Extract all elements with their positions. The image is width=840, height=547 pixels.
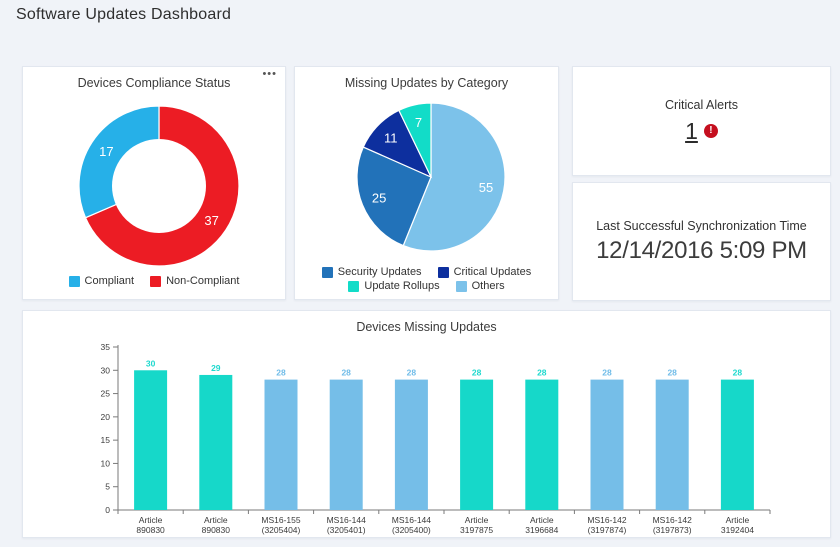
sync-time-value: 12/14/2016 5:09 PM (596, 236, 807, 264)
x-axis-category-label: MS16-142 (587, 515, 626, 525)
x-axis-category-label: Article (204, 515, 228, 525)
critical-alerts-count-link[interactable]: 1 (685, 118, 698, 144)
x-axis-category-label: (3205404) (262, 525, 301, 535)
critical-alerts-label: Critical Alerts (665, 97, 738, 112)
legend-swatch-icon (348, 280, 360, 292)
y-axis-tick-label: 30 (101, 365, 111, 375)
critical-alerts-value-row: 1 ! (685, 118, 718, 144)
bar-article-3196684[interactable] (525, 379, 559, 510)
compliance-legend: Compliant Non-Compliant (23, 275, 285, 287)
legend-swatch-icon (437, 266, 449, 278)
bar-card-title: Devices Missing Updates (356, 320, 497, 334)
bar-value-label: 28 (407, 368, 417, 378)
x-axis-category-label: Article (530, 515, 554, 525)
bar-value-label: 28 (276, 368, 286, 378)
bar-value-label: 30 (146, 358, 156, 368)
bar-value-label: 28 (733, 368, 743, 378)
legend-label: Non-Compliant (166, 275, 240, 287)
legend-row: Compliant Non-Compliant (68, 275, 239, 287)
legend-label: Update Rollups (364, 280, 440, 292)
compliance-donut-chart[interactable]: 37 17 (23, 67, 285, 299)
x-axis-category-label: MS16-144 (327, 515, 366, 525)
bar-ms16-155-3205404-[interactable] (264, 379, 298, 510)
x-axis-category-label: 3192404 (721, 525, 754, 535)
legend-item-security-updates: Security Updates (321, 266, 422, 278)
bar-ms16-142-3197874-[interactable] (590, 379, 624, 510)
y-axis-tick-label: 20 (101, 412, 111, 422)
x-axis-category-label: 890830 (202, 525, 231, 535)
category-pie-chart[interactable]: 55 25 11 7 (295, 67, 558, 299)
x-axis-category-label: 3197875 (460, 525, 493, 535)
donut-hole (112, 139, 206, 233)
y-axis-tick-label: 10 (101, 458, 111, 468)
bar-article-3197875[interactable] (460, 379, 494, 510)
x-axis-category-label: (3205401) (327, 525, 366, 535)
x-axis-category-label: Article (465, 515, 489, 525)
bar-value-label: 28 (667, 368, 677, 378)
legend-label: Security Updates (337, 266, 422, 278)
x-axis-category-label: Article (139, 515, 163, 525)
sync-time-label: Last Successful Synchronization Time (596, 218, 807, 233)
x-axis-category-label: 3196684 (525, 525, 558, 535)
slice-value-label: 17 (99, 144, 113, 159)
x-axis-category-label: Article (726, 515, 750, 525)
bar-value-label: 28 (537, 368, 547, 378)
bar-article-890830[interactable] (199, 374, 233, 510)
legend-item-others: Others (455, 280, 505, 292)
legend-swatch-icon (455, 280, 467, 292)
category-card-title: Missing Updates by Category (344, 76, 509, 90)
bar-ms16-144-3205400-[interactable] (394, 379, 428, 510)
legend-label: Compliant (84, 275, 135, 287)
bar-article-3192404[interactable] (720, 379, 754, 510)
legend-item-critical-updates: Critical Updates (437, 266, 532, 278)
legend-item-update-rollups: Update Rollups (348, 280, 440, 292)
x-axis-category-label: (3197873) (653, 525, 692, 535)
legend-row: Update Rollups Others (348, 280, 505, 292)
y-axis-tick-label: 0 (105, 505, 110, 515)
critical-alerts-card: Critical Alerts 1 ! (572, 66, 831, 176)
x-axis-category-label: (3205400) (392, 525, 431, 535)
legend-swatch-icon (150, 275, 162, 287)
bar-value-label: 28 (602, 368, 612, 378)
slice-value-label: 25 (372, 191, 386, 206)
bar-value-label: 28 (472, 368, 482, 378)
bar-value-label: 28 (341, 368, 351, 378)
slice-value-label: 7 (415, 115, 422, 130)
slice-value-label: 37 (204, 213, 218, 228)
slice-value-label: 11 (384, 131, 398, 146)
legend-label: Critical Updates (453, 266, 532, 278)
x-axis-category-label: (3197874) (588, 525, 627, 535)
bar-value-label: 29 (211, 363, 221, 373)
bar-ms16-142-3197873-[interactable] (655, 379, 689, 510)
legend-item-compliant: Compliant (68, 275, 135, 287)
critical-alert-exclamation-icon: ! (703, 124, 718, 139)
legend-row: Security Updates Critical Updates (321, 266, 532, 278)
sync-time-card: Last Successful Synchronization Time 12/… (572, 182, 831, 301)
legend-swatch-icon (321, 266, 333, 278)
compliance-status-card: 37 17 Devices Compliance Status ••• Compl… (22, 66, 286, 300)
legend-label: Others (471, 280, 505, 292)
bar-article-890830[interactable] (134, 370, 168, 510)
y-axis-tick-label: 15 (101, 435, 111, 445)
legend-item-non-compliant: Non-Compliant (150, 275, 239, 287)
x-axis-category-label: MS16-142 (653, 515, 692, 525)
devices-missing-updates-card: 0 5 10 15 20 25 30 35 30 Article 890830 29 Article 89… (22, 310, 831, 538)
page-title: Software Updates Dashboard (16, 6, 232, 23)
y-axis-tick-label: 25 (101, 389, 111, 399)
x-axis-category-label: MS16-144 (392, 515, 431, 525)
legend-swatch-icon (68, 275, 80, 287)
x-axis-category-label: MS16-155 (261, 515, 300, 525)
x-axis-category-label: 890830 (136, 525, 165, 535)
missing-updates-category-card: 55 25 11 7 Missing Updates by Category Secu… (294, 66, 559, 300)
compliance-card-title: Devices Compliance Status (77, 76, 231, 90)
card-menu-ellipsis-icon[interactable]: ••• (262, 69, 277, 80)
bar-ms16-144-3205401-[interactable] (329, 379, 363, 510)
category-legend: Security Updates Critical Updates Update R… (295, 266, 558, 292)
y-axis-tick-label: 35 (101, 342, 111, 352)
slice-value-label: 55 (479, 180, 493, 195)
y-axis-tick-label: 5 (105, 482, 110, 492)
devices-missing-bar-chart[interactable]: 0510152025303530Article89083029Article89… (23, 311, 830, 537)
